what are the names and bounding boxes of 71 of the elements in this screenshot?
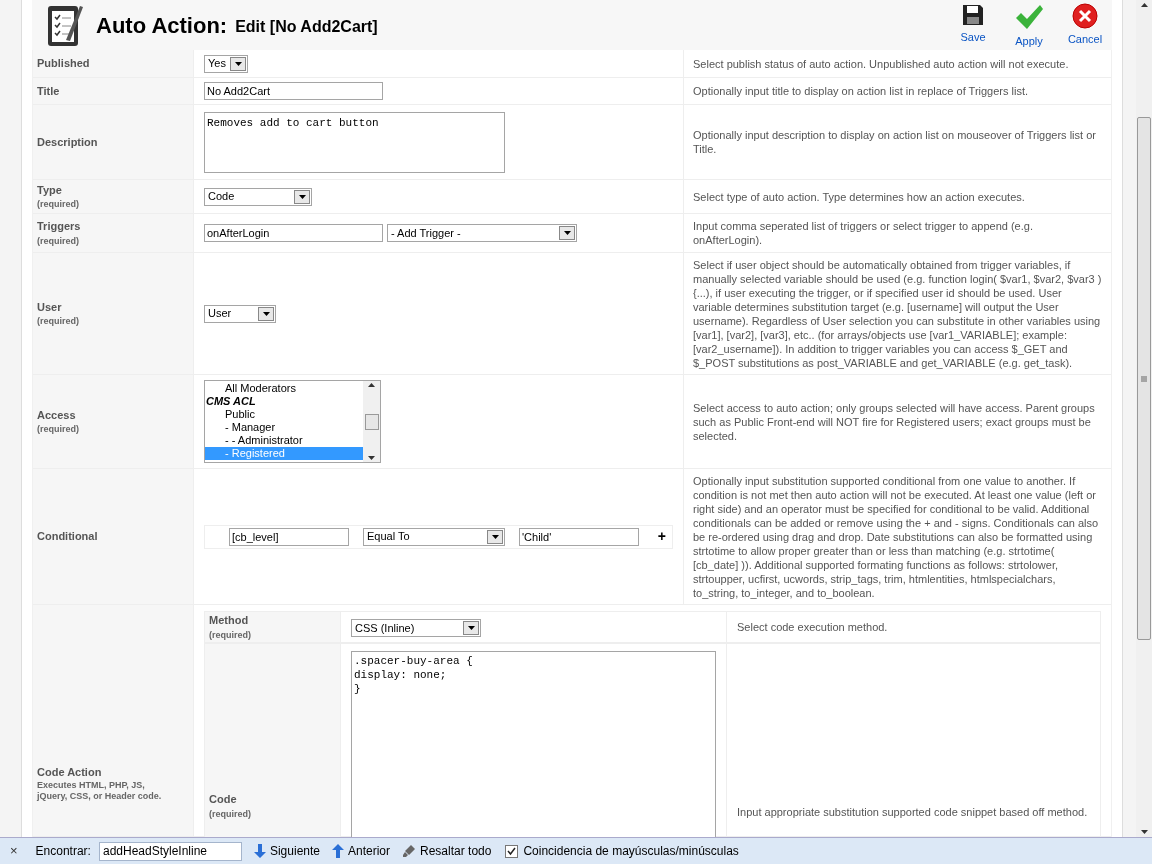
field-label: Access	[37, 407, 77, 423]
list-option[interactable]: - - Administrator	[205, 434, 363, 447]
field-label: Triggers	[37, 219, 81, 234]
dropdown-select[interactable]: Code	[204, 187, 312, 206]
page-subtitle: Edit [No Add2Cart]	[235, 17, 378, 37]
close-find-bar-button[interactable]: ×	[10, 841, 18, 861]
find-bar-button[interactable]: Anterior	[332, 842, 391, 860]
caret-icon	[487, 529, 503, 544]
page-title: Auto Action:	[96, 11, 228, 40]
field-description: Select access to auto action; only groups selected will have access. Parent groups such as Public Front-end will NOT fire for Registered users; exact groups must be selected.	[693, 400, 1096, 443]
code-field[interactable]: .spacer-buy-area { display: none; }	[351, 651, 716, 837]
caret-icon	[258, 306, 274, 321]
dropdown-select[interactable]: Equal To	[363, 527, 505, 546]
field-description: Input appropriate substitution supported code snippet based off method.	[737, 805, 1088, 819]
field-description: Optionally input title to display on action list in replace of Triggers list.	[693, 84, 1029, 98]
text-field[interactable]: [cb_level]	[229, 527, 349, 546]
field-description: Select if user object should be automatically obtained from trigger variables, if manually selected variable should be used (e.g. function login( $var1, $var2, $var3 ) {...), if user executing the trigger, or if specified user id should be used. User variable determines substitution target (e.g. [username] will output the User username). Regardless of User selection you can substitute in other variables using [var1], [var2], [var3], etc.. (for arrays/objects use [var1_VARIABLE]; example: [var2_username]). In addition to trigger variables you can access $_GET and $_POST substitutions as post_VARIABLE and get_VARIABLE (e.g. get_task).	[693, 257, 1102, 370]
checkbox[interactable]	[505, 844, 519, 858]
field-description: Select type of auto action. Type determines how an action executes.	[693, 189, 1025, 204]
dropdown-select[interactable]: User	[204, 304, 276, 323]
dropdown-select[interactable]: CSS (Inline)	[351, 619, 481, 637]
field-note: (required)	[37, 315, 79, 328]
find-bar-button[interactable]: Siguiente	[253, 842, 320, 860]
find-label: Encontrar:	[35, 843, 91, 860]
field-description: Select publish status of auto action. Unpublished auto action will not execute.	[693, 56, 1069, 71]
list-option[interactable]: Public	[205, 408, 363, 421]
field-note: (required)	[209, 807, 251, 821]
list-option[interactable]: - Manager	[205, 421, 363, 434]
up-arrow-icon	[332, 844, 344, 858]
field-description: Select code execution method.	[737, 620, 888, 634]
scrollbar-drawing[interactable]	[363, 381, 380, 462]
field-label: Method	[209, 613, 250, 628]
textarea-field[interactable]: Removes add to cart button	[204, 111, 505, 173]
caret-icon	[230, 56, 246, 71]
field-label: User	[37, 299, 63, 315]
text-field[interactable]: No Add2Cart	[204, 82, 383, 100]
field-note: (required)	[37, 198, 79, 211]
field-label: Title	[37, 83, 60, 99]
caret-icon	[559, 226, 575, 240]
field-description: Optionally input description to display on action list on mouseover of Triggers list or Title.	[693, 128, 1097, 156]
field-label: Description	[37, 134, 98, 150]
toolbar-button[interactable]: Save	[948, 0, 998, 50]
field-note: (required)	[209, 628, 251, 642]
dropdown-select[interactable]: - Add Trigger -	[387, 224, 577, 242]
match-case-checkbox[interactable]: Coincidencia de mayúsculas/minúsculas	[505, 842, 739, 860]
field-label: Published	[37, 56, 90, 72]
scrollbar-drawing[interactable]	[1136, 0, 1152, 837]
field-note: (required)	[37, 423, 79, 436]
field-description: Input comma seperated list of triggers or select trigger to append (e.g. onAfterLogin).	[693, 219, 1034, 247]
field-label: Conditional	[37, 529, 98, 545]
field-note: Executes HTML, PHP, JS, jQuery, CSS, or Header code.	[37, 780, 163, 802]
dropdown-select[interactable]: Yes	[204, 54, 248, 73]
toolbar-button[interactable]: Apply	[1004, 0, 1054, 50]
list-option[interactable]: CMS ACL	[205, 395, 363, 408]
field-description: Optionally input substitution supported conditional from one value to another. If condition is not met then auto action will not be executed. At least one value (left or right side) and an operator must be specified for conditional to be valid. Additional conditionals can be added or remove using the + and - signs. Conditionals can also be re-ordered using drag and drop. Date substitutions can also be formatted using strtotime to allow proper greater than or less than matching (e.g. strtotime( [cb_date] )). Additional supported formating functions as follows: strtolower, strtoupper, ucfirst, ucwords, strip_tags, trim, htmlentities, htmlspecialchars, to_string, to_integer, and to_boolean.	[693, 473, 1100, 600]
caret-icon	[463, 621, 479, 635]
caret-icon	[294, 189, 310, 204]
field-label: Code Action	[37, 764, 103, 780]
list-option[interactable]: All Moderators	[205, 382, 363, 395]
find-bar-button[interactable]: Resaltar todo	[402, 842, 492, 860]
highlighter-icon	[402, 844, 417, 858]
text-field[interactable]: onAfterLogin	[204, 224, 383, 242]
down-arrow-icon	[253, 844, 266, 858]
field-label: Code	[209, 792, 238, 807]
listbox-field[interactable]: All Moderators CMS ACL Public - Manager - - Administrator - Registered	[204, 380, 381, 463]
field-label: Type	[37, 182, 63, 198]
field-note: (required)	[37, 234, 80, 248]
find-field[interactable]: addHeadStyleInline	[98, 841, 242, 861]
text-field[interactable]: 'Child'	[519, 527, 639, 546]
toolbar-button[interactable]: Cancel	[1060, 0, 1110, 50]
add-condition-button[interactable]: +	[657, 526, 666, 547]
